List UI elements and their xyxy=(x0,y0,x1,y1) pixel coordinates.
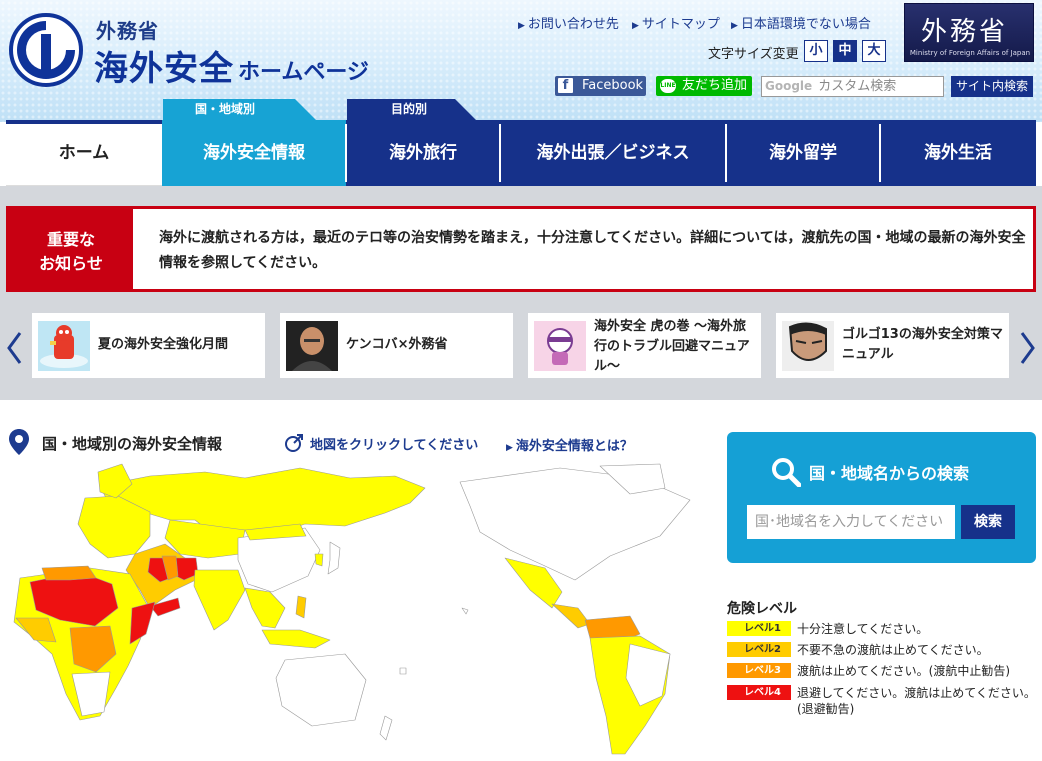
map-click-hint: 地図をクリックしてください xyxy=(310,438,479,453)
map-pin-icon xyxy=(9,429,29,455)
country-search-panel: 国・地域名からの検索 国･地域名を入力してください 検索 xyxy=(727,432,1036,563)
arrow-right-icon: ▶ xyxy=(518,21,525,31)
google-logo-icon: Google xyxy=(765,79,813,93)
carousel-card-title: ケンコバ×外務省 xyxy=(346,337,448,352)
carousel-card-golgo13[interactable]: ゴルゴ13の海外安全対策マニュアル xyxy=(776,313,1009,378)
facebook-button[interactable]: f Facebook xyxy=(555,76,646,96)
font-size-medium-button[interactable]: 中 xyxy=(833,40,857,62)
arrow-right-icon: ▶ xyxy=(731,21,738,31)
mofa-badge[interactable]: 外務省 Ministry of Foreign Affairs of Japan xyxy=(904,3,1034,62)
nav-overseas-safety-info[interactable]: 海外安全情報 xyxy=(162,120,346,186)
level2-desc: 不要不急の渡航は止めてください。 xyxy=(797,643,989,657)
kenkoba-portrait-icon xyxy=(286,321,338,371)
carousel-card-kenkoba[interactable]: ケンコバ×外務省 xyxy=(280,313,513,378)
nav-living-abroad[interactable]: 海外生活 xyxy=(880,120,1036,186)
carousel-next-icon[interactable] xyxy=(1017,330,1037,366)
site-search-input[interactable]: Google カスタム検索 xyxy=(761,76,944,97)
important-notice: 重要な お知らせ 海外に渡航される方は，最近のテロ等の治安情勢を踏まえ，十分注意… xyxy=(6,206,1036,292)
site-search-button[interactable]: サイト内検索 xyxy=(951,76,1033,97)
ministry-name[interactable]: 外務省 xyxy=(96,15,159,44)
notice-text[interactable]: 海外に渡航される方は，最近のテロ等の治安情勢を踏まえ，十分注意してください。詳細… xyxy=(159,226,1029,276)
carousel-card-summer-campaign[interactable]: 夏の海外安全強化月間 xyxy=(32,313,265,378)
country-search-title: 国・地域名からの検索 xyxy=(809,464,970,483)
nav-divider xyxy=(499,124,501,182)
facebook-icon: f xyxy=(558,78,573,93)
level1-desc: 十分注意してください。 xyxy=(797,622,929,636)
nav-tag-corner xyxy=(295,99,316,120)
font-size-label: 文字サイズ変更 xyxy=(708,47,799,62)
map-section-title: 国・地域別の海外安全情報 xyxy=(42,435,223,453)
search-icon xyxy=(772,458,801,487)
nav-divider xyxy=(725,124,727,182)
world-risk-map[interactable] xyxy=(0,458,712,761)
golgo13-portrait-icon xyxy=(782,321,834,371)
danger-level-title: 危険レベル xyxy=(727,601,797,617)
pacific-island xyxy=(399,667,407,675)
level3-desc: 渡航は止めてください。(渡航中止勧告) xyxy=(797,664,1011,678)
north-africa-level3 xyxy=(41,565,97,581)
ninja-mascot-icon xyxy=(534,321,586,371)
line-add-friend-button[interactable]: LINE 友だち追加 xyxy=(656,76,752,96)
font-size-small-button[interactable]: 小 xyxy=(804,40,828,62)
mofa-badge-kanji: 外務省 xyxy=(921,17,1009,47)
nav-tag-corner xyxy=(455,99,476,120)
notice-label: 重要な お知らせ xyxy=(9,209,133,289)
level4-badge: レベル4 xyxy=(727,685,791,700)
korea-region xyxy=(314,553,324,567)
level1-badge: レベル1 xyxy=(727,621,791,636)
arrow-right-icon: ▶ xyxy=(506,443,513,453)
line-icon: LINE xyxy=(660,79,676,93)
carousel-card-tora-no-maki[interactable]: 海外安全 虎の巻 ～海外旅行のトラブル回避マニュアル～ xyxy=(528,313,761,378)
country-search-button[interactable]: 検索 xyxy=(961,505,1015,539)
mofa-badge-english: Ministry of Foreign Affairs of Japan xyxy=(909,49,1031,57)
nav-overseas-travel[interactable]: 海外旅行 xyxy=(346,120,500,186)
nav-business-trip[interactable]: 海外出張／ビジネス xyxy=(500,120,726,186)
level4-desc: 退避してください。渡航は止めてください。(退避勧告) xyxy=(797,686,1036,716)
site-title-sub[interactable]: ホームページ xyxy=(238,54,369,86)
summer-campaign-mascot-icon xyxy=(38,321,90,371)
nav-home[interactable]: ホーム xyxy=(6,120,162,186)
carousel-card-title: 夏の海外安全強化月間 xyxy=(98,337,229,352)
nav-divider xyxy=(879,124,881,182)
philippines-region xyxy=(295,595,307,619)
nav-tag-country: 国・地域別 xyxy=(163,99,295,120)
arrow-right-icon: ▶ xyxy=(632,21,639,31)
click-cursor-icon xyxy=(285,434,303,452)
nav-divider xyxy=(345,124,347,182)
nav-tag-purpose: 目的別 xyxy=(347,99,455,120)
carousel-card-title: 海外安全 虎の巻 ～海外旅行のトラブル回避マニュアル～ xyxy=(594,319,750,374)
main-nav: ホーム 海外安全情報 海外旅行 海外出張／ビジネス 海外留学 海外生活 xyxy=(0,120,1042,186)
level2-badge: レベル2 xyxy=(727,642,791,657)
site-title[interactable]: 海外安全 xyxy=(94,41,234,90)
contact-link[interactable]: ▶ お問い合わせ先 xyxy=(518,13,619,32)
level3-badge: レベル3 xyxy=(727,663,791,678)
what-is-safety-info-link[interactable]: ▶ 海外安全情報とは？ xyxy=(506,435,633,454)
country-search-input[interactable]: 国･地域名を入力してください xyxy=(747,505,955,539)
font-size-large-button[interactable]: 大 xyxy=(862,40,886,62)
non-japanese-env-link[interactable]: ▶ 日本語環境でない場合 xyxy=(731,13,871,32)
nav-study-abroad[interactable]: 海外留学 xyxy=(726,120,880,186)
carousel-card-title: ゴルゴ13の海外安全対策マニュアル xyxy=(842,327,1003,362)
mofa-logo-icon[interactable] xyxy=(8,12,84,88)
carousel-prev-icon[interactable] xyxy=(5,330,25,366)
sitemap-link[interactable]: ▶ サイトマップ xyxy=(632,13,720,32)
